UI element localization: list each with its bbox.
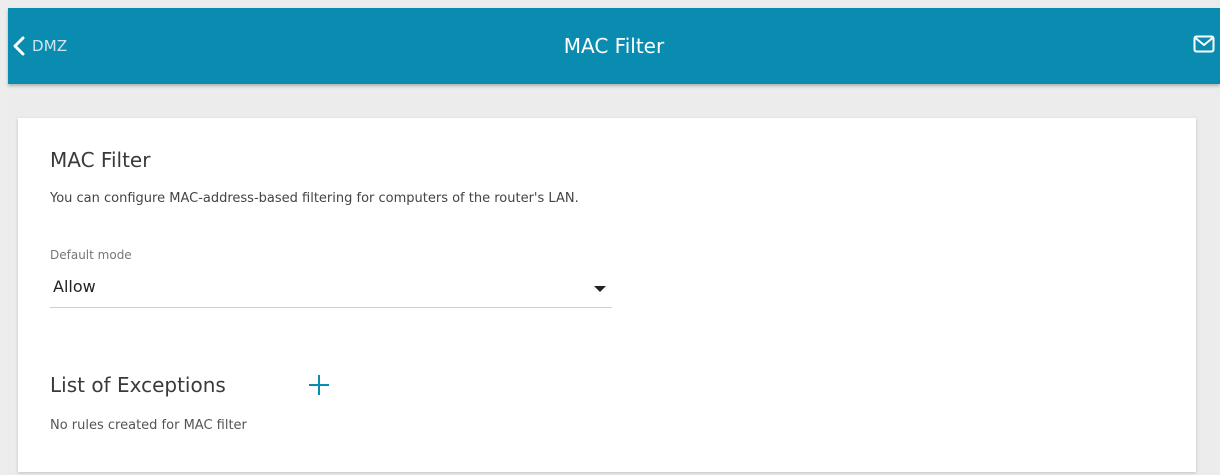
back-button[interactable]: DMZ [12,8,67,84]
plus-icon [304,375,334,404]
chevron-left-icon [12,36,26,56]
default-mode-label: Default mode [50,248,132,262]
default-mode-select[interactable]: Allow [50,270,612,308]
top-bar: DMZ MAC Filter [8,8,1220,84]
page-title: MAC Filter [563,34,665,58]
app-frame: DMZ MAC Filter MAC Filter You can config… [8,0,1220,475]
add-exception-button[interactable] [304,370,334,400]
mail-icon [1193,35,1215,57]
back-label: DMZ [32,37,68,55]
notifications-button[interactable] [1193,8,1215,84]
mac-filter-card: MAC Filter You can configure MAC-address… [18,118,1196,472]
exceptions-empty-text: No rules created for MAC filter [50,418,247,433]
card-description: You can configure MAC-address-based filt… [50,191,579,206]
card-title: MAC Filter [50,148,151,172]
caret-down-icon [594,286,606,292]
exceptions-title: List of Exceptions [50,373,226,397]
default-mode-value: Allow [53,277,96,296]
